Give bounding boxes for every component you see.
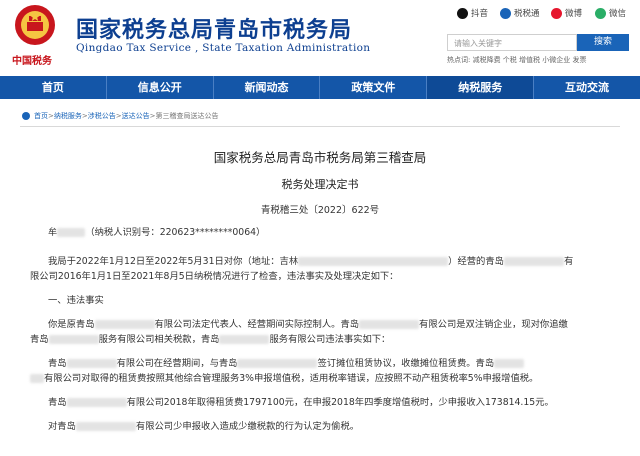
- douyin-link[interactable]: 抖音: [457, 7, 488, 19]
- recipient-taxid: （纳税人识别号：220623********0064）: [85, 227, 266, 238]
- breadcrumb-item[interactable]: 涉税公告: [88, 111, 116, 121]
- site-title[interactable]: 国家税务总局青岛市税务局: [76, 12, 352, 44]
- weibo-link[interactable]: 微博: [551, 7, 582, 19]
- text-segment: 签订摊位租赁协议，收缴摊位租赁费。青岛: [317, 358, 495, 369]
- nav-tax-service[interactable]: 纳税服务: [427, 76, 535, 99]
- nav-policy[interactable]: 政策文件: [320, 76, 428, 99]
- location-icon: [22, 112, 30, 120]
- nav-home[interactable]: 首页: [0, 76, 107, 99]
- text-segment: 有限公司对取得的租赁费按照其他综合管理服务3%申报增值税，适用税率错误，应按照不…: [44, 373, 539, 384]
- national-emblem-icon: [15, 5, 55, 45]
- douyin-label: 抖音: [471, 9, 489, 19]
- p2-line-1: 青岛 有限公司在经营期间，与青岛 签订摊位租赁协议，收缴摊位租赁费。青岛: [48, 355, 525, 369]
- text-segment: 对青岛: [48, 421, 76, 432]
- breadcrumb-current: 第三稽查局送达公告: [155, 112, 219, 120]
- breadcrumb: 首页 > 纳税服务 > 涉税公告 > 送达公告 > 第三稽查局送达公告: [22, 111, 219, 121]
- redacted-text: [359, 320, 420, 329]
- wechat-link[interactable]: 微信: [595, 7, 626, 19]
- text-segment: 服务有限公司相关税款，青岛: [98, 334, 220, 345]
- recipient-prefix: 牟: [48, 227, 58, 238]
- wechat-icon: [595, 7, 606, 19]
- text-segment: 有限公司2018年取得租赁费1797100元，在申报2018年四季度增值税时，少…: [126, 397, 554, 408]
- shuishuitong-link[interactable]: 税税通: [500, 7, 540, 19]
- redacted-text: [503, 257, 564, 266]
- shuishuitong-icon: [500, 7, 511, 19]
- p3-line: 青岛 有限公司2018年取得租赁费1797100元，在申报2018年四季度增值税时…: [48, 394, 554, 408]
- redacted-text: [94, 320, 155, 329]
- shuishuitong-label: 税税通: [514, 9, 540, 19]
- breadcrumb-item[interactable]: 纳税服务: [54, 111, 82, 121]
- text-segment: 有限公司是双注销企业，现对你追缴: [419, 319, 568, 330]
- breadcrumb-item[interactable]: 送达公告: [122, 111, 150, 121]
- text-segment: 你是原青岛: [48, 319, 95, 330]
- breadcrumb-home[interactable]: 首页: [34, 111, 48, 121]
- site-header: 中国税务 国家税务总局青岛市税务局 Qingdao Tax Service , …: [0, 0, 640, 76]
- redacted-text: [30, 374, 44, 383]
- redacted-text: [66, 359, 117, 368]
- article-subtitle: 税务处理决定书: [281, 178, 359, 191]
- p4-line: 对青岛 有限公司少申报收入造成少缴税款的行为认定为偷税。: [48, 418, 359, 432]
- tax-logo-text: 中国税务: [12, 56, 52, 67]
- redacted-text: [57, 228, 86, 237]
- text-segment: 青岛: [48, 358, 67, 369]
- document-number: 青税稽三处〔2022〕622号: [260, 205, 380, 216]
- text-segment: 有限公司少申报收入造成少缴税款的行为认定为偷税。: [135, 421, 360, 432]
- redacted-text: [298, 257, 449, 266]
- nav-news[interactable]: 新闻动态: [214, 76, 321, 99]
- article-title: 国家税务总局青岛市税务局第三稽查局: [213, 150, 427, 165]
- intro-line-1: 我局于2022年1月12日至2022年5月31日对你（地址：吉林 ）经营的青岛 有: [48, 253, 573, 267]
- redacted-text: [237, 359, 318, 368]
- nav-interaction[interactable]: 互动交流: [534, 76, 640, 99]
- redacted-text: [494, 359, 525, 368]
- redacted-text: [48, 335, 99, 344]
- wechat-label: 微信: [609, 9, 627, 19]
- intro-line-2: 限公司2016年1月1日至2021年8月5日纳税情况进行了检查，违法事实及处理决…: [30, 271, 399, 282]
- site-subtitle: Qingdao Tax Service , State Taxation Adm…: [76, 42, 371, 54]
- main-nav: 首页 信息公开 新闻动态 政策文件 纳税服务 互动交流: [0, 76, 640, 99]
- p1-line-2: 青岛 服务有限公司相关税款，青岛 服务有限公司违法事实如下：: [30, 331, 390, 345]
- redacted-text: [66, 398, 127, 407]
- redacted-text: [75, 422, 136, 431]
- text-segment: 有: [563, 256, 574, 267]
- divider: [20, 126, 620, 127]
- search-input[interactable]: 请输入关键字: [447, 34, 577, 51]
- text-segment: ）经营的青岛: [448, 256, 504, 267]
- text-segment: 青岛: [48, 397, 67, 408]
- text-segment: 我局于2022年1月12日至2022年5月31日对你（地址：吉林: [48, 256, 299, 267]
- redacted-text: [219, 335, 270, 344]
- p2-line-2: 有限公司对取得的租赁费按照其他综合管理服务3%申报增值税，适用税率错误，应按照不…: [30, 370, 538, 384]
- weibo-label: 微博: [565, 9, 583, 19]
- douyin-icon: [457, 7, 468, 19]
- hot-keywords[interactable]: 热点词: 减税降费 个税 增值税 小微企业 发票: [447, 55, 586, 65]
- text-segment: 服务有限公司违法事实如下：: [269, 334, 391, 345]
- nav-info-disclosure[interactable]: 信息公开: [107, 76, 214, 99]
- search-button[interactable]: 搜索: [577, 34, 629, 51]
- section-heading: 一、违法事实: [48, 295, 104, 306]
- recipient-line: 牟 （纳税人识别号：220623********0064）: [48, 224, 265, 238]
- text-segment: 青岛: [30, 334, 49, 345]
- weibo-icon: [551, 7, 562, 19]
- text-segment: 有限公司法定代表人、经营期间实际控制人。青岛: [154, 319, 360, 330]
- p1-line-1: 你是原青岛 有限公司法定代表人、经营期间实际控制人。青岛 有限公司是双注销企业，现对…: [48, 316, 568, 330]
- text-segment: 有限公司在经营期间，与青岛: [116, 358, 238, 369]
